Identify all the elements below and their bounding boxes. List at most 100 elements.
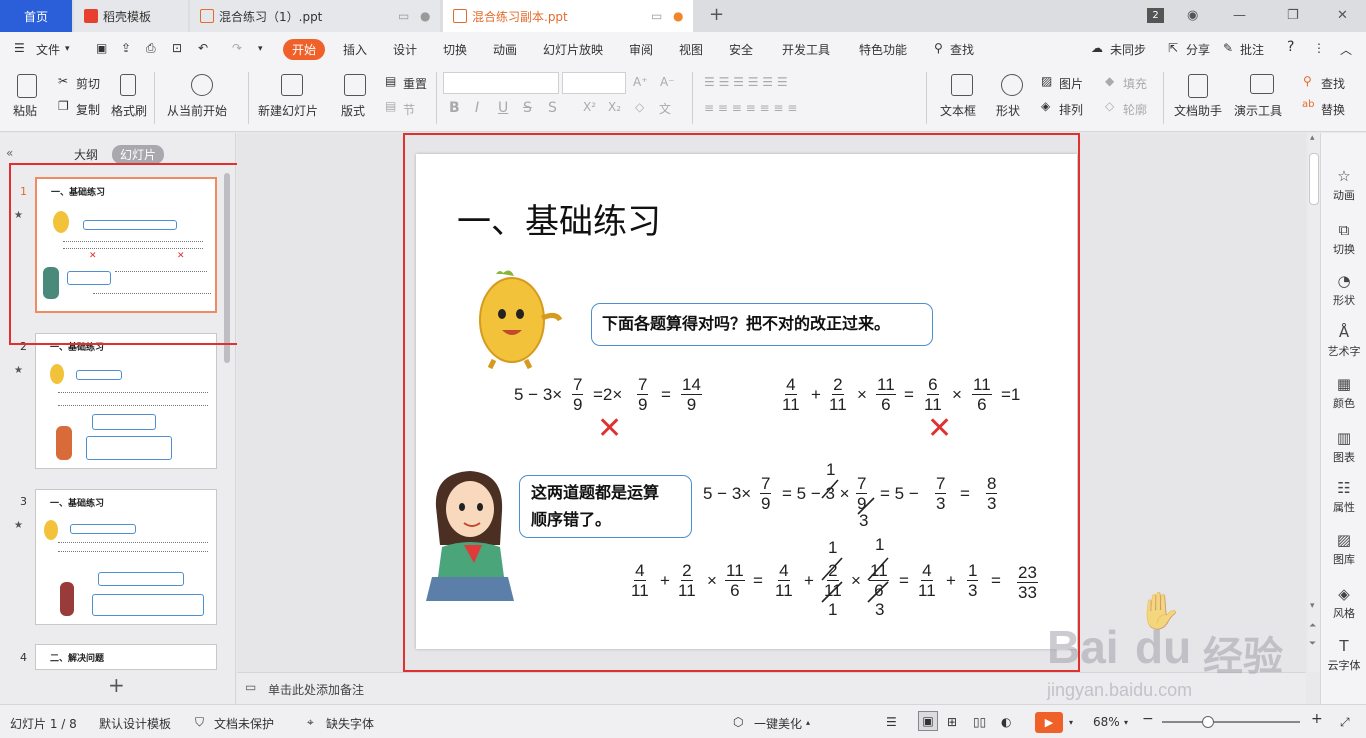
scroll-up-icon[interactable]: ▴ bbox=[1310, 133, 1315, 143]
text-phonetic-icon[interactable]: 文 bbox=[659, 100, 671, 117]
replace-button[interactable]: 替换 bbox=[1321, 101, 1345, 118]
shadow-icon[interactable]: S bbox=[548, 100, 557, 116]
menu-insert[interactable]: 插入 bbox=[343, 41, 367, 58]
menu-search[interactable]: 查找 bbox=[950, 41, 974, 58]
menu-design[interactable]: 设计 bbox=[393, 41, 417, 58]
redo-icon[interactable]: ↷ bbox=[232, 41, 242, 55]
window-count-badge[interactable]: 2 bbox=[1147, 8, 1164, 23]
shape-button[interactable]: 形状 bbox=[996, 102, 1020, 119]
paste-button[interactable]: 粘贴 bbox=[13, 102, 37, 119]
menu-view[interactable]: 视图 bbox=[679, 41, 703, 58]
menu-animation[interactable]: 动画 bbox=[493, 41, 517, 58]
italic-icon[interactable]: I bbox=[475, 100, 479, 116]
doc-helper-button[interactable]: 文档助手 bbox=[1174, 102, 1222, 119]
bullets-icon[interactable]: ☰ ☰ ☰ ☰ ☰ ☰ bbox=[704, 75, 788, 89]
help-icon[interactable]: ? bbox=[1287, 39, 1294, 55]
collapse-ribbon-icon[interactable]: ︿ bbox=[1340, 41, 1352, 58]
notes-placeholder[interactable]: 单击此处添加备注 bbox=[268, 681, 364, 698]
sidebar-animation[interactable]: ☆ 动画 bbox=[1321, 167, 1366, 203]
new-tab-icon[interactable]: + bbox=[709, 4, 724, 25]
underline-icon[interactable]: U bbox=[498, 100, 508, 116]
menu-transition[interactable]: 切换 bbox=[443, 41, 467, 58]
presenter-button[interactable]: 演示工具 bbox=[1234, 102, 1282, 119]
find-button[interactable]: 查找 bbox=[1321, 75, 1345, 92]
sidebar-properties[interactable]: ☷ 属性 bbox=[1321, 479, 1366, 515]
outline-button[interactable]: 轮廓 bbox=[1123, 101, 1147, 118]
sidebar-wordart[interactable]: Å 艺术字 bbox=[1321, 323, 1366, 359]
slide-thumbnail-3[interactable]: 一、基础练习 bbox=[35, 489, 217, 625]
close-window-icon[interactable]: ✕ bbox=[1337, 8, 1348, 23]
preview-icon[interactable]: ⊡ bbox=[172, 41, 182, 55]
tab-templates[interactable]: 稻壳模板 bbox=[74, 0, 188, 32]
restore-icon[interactable]: ❐ bbox=[1287, 8, 1299, 23]
presenter-view-icon[interactable]: ◐ bbox=[1001, 715, 1011, 729]
design-template[interactable]: 默认设计模板 bbox=[99, 715, 171, 732]
zoom-level[interactable]: 68% bbox=[1093, 715, 1120, 729]
menu-start[interactable]: 开始 bbox=[283, 39, 325, 60]
comment-button[interactable]: 批注 bbox=[1240, 41, 1264, 58]
sidebar-color[interactable]: ▦ 颜色 bbox=[1321, 375, 1366, 411]
strikethrough-icon[interactable]: S bbox=[523, 100, 532, 116]
chevron-down-icon[interactable]: ▾ bbox=[1069, 718, 1073, 727]
search-icon[interactable]: ⚲ bbox=[934, 41, 943, 55]
copy-button[interactable]: 复制 bbox=[76, 101, 100, 118]
slide-thumbnail-2[interactable]: 一、基础练习 bbox=[35, 333, 217, 469]
sidebar-shape[interactable]: ◔ 形状 bbox=[1321, 272, 1366, 308]
menu-features[interactable]: 特色功能 bbox=[859, 41, 907, 58]
beautify-button[interactable]: 一键美化 bbox=[754, 715, 802, 732]
tab-file2[interactable]: 混合练习副本.ppt ▭ ● bbox=[443, 0, 693, 32]
fit-window-icon[interactable]: ⤢ bbox=[1340, 715, 1350, 730]
cut-button[interactable]: 剪切 bbox=[76, 75, 100, 92]
minimize-icon[interactable]: — bbox=[1233, 8, 1246, 23]
customize-icon[interactable]: ▾ bbox=[258, 44, 263, 54]
add-slide-icon[interactable]: + bbox=[108, 673, 125, 697]
sidebar-transition[interactable]: ⧉ 切换 bbox=[1321, 221, 1366, 257]
zoom-chevron-icon[interactable]: ▾ bbox=[1124, 718, 1128, 727]
more-icon[interactable]: ⋮ bbox=[1313, 41, 1325, 55]
collapse-panel-icon[interactable]: « bbox=[6, 146, 13, 160]
from-current-button[interactable]: 从当前开始 bbox=[167, 102, 227, 119]
format-painter-button[interactable]: 格式刷 bbox=[111, 102, 147, 119]
reset-button[interactable]: 重置 bbox=[403, 75, 427, 92]
textbox-button[interactable]: 文本框 bbox=[940, 102, 976, 119]
undo-icon[interactable]: ↶ bbox=[198, 41, 208, 55]
zoom-in-icon[interactable]: + bbox=[1311, 711, 1323, 727]
menu-file[interactable]: 文件 bbox=[36, 41, 60, 58]
grid-view-icon[interactable]: ⊞ bbox=[947, 715, 957, 729]
user-avatar-icon[interactable]: ◉ bbox=[1187, 8, 1198, 23]
new-slide-button[interactable]: 新建幻灯片 bbox=[258, 102, 318, 119]
protect-status[interactable]: 文档未保护 bbox=[214, 715, 274, 732]
notes-toggle-icon[interactable]: ☰ bbox=[886, 715, 897, 729]
slides-tab[interactable]: 幻灯片 bbox=[112, 145, 165, 164]
export-icon[interactable]: ⇪ bbox=[121, 41, 131, 55]
reading-view-icon[interactable]: ▯▯ bbox=[973, 715, 986, 729]
menu-security[interactable]: 安全 bbox=[729, 41, 753, 58]
superscript-icon[interactable]: X² bbox=[583, 100, 596, 114]
print-icon[interactable]: ⎙ bbox=[146, 41, 156, 56]
font-family-select[interactable] bbox=[443, 72, 559, 94]
scroll-thumb[interactable] bbox=[1309, 153, 1319, 205]
zoom-out-icon[interactable]: − bbox=[1142, 711, 1154, 727]
save-icon[interactable]: ▣ bbox=[96, 41, 107, 55]
layout-button[interactable]: 版式 bbox=[341, 102, 365, 119]
normal-view-icon[interactable]: ▣ bbox=[918, 711, 938, 731]
font-size-select[interactable] bbox=[562, 72, 626, 94]
zoom-slider-thumb[interactable] bbox=[1202, 716, 1214, 728]
menu-slideshow[interactable]: 幻灯片放映 bbox=[543, 41, 603, 58]
sidebar-chart[interactable]: ▥ 图表 bbox=[1321, 429, 1366, 465]
section-button[interactable]: 节 bbox=[403, 101, 415, 118]
missing-font[interactable]: 缺失字体 bbox=[326, 715, 374, 732]
slide-thumbnail-4[interactable]: 二、解决问题 bbox=[35, 644, 217, 670]
clear-format-icon[interactable]: ◇ bbox=[635, 100, 644, 114]
menu-review[interactable]: 审阅 bbox=[629, 41, 653, 58]
bold-icon[interactable]: B bbox=[449, 100, 460, 116]
fill-button[interactable]: 填充 bbox=[1123, 75, 1147, 92]
sidebar-gallery[interactable]: ▨ 图库 bbox=[1321, 531, 1366, 567]
arrange-button[interactable]: 排列 bbox=[1059, 101, 1083, 118]
hamburger-icon[interactable]: ☰ bbox=[14, 41, 25, 55]
menu-developer[interactable]: 开发工具 bbox=[782, 41, 830, 58]
outline-tab[interactable]: 大纲 bbox=[74, 146, 98, 163]
sync-status[interactable]: 未同步 bbox=[1110, 41, 1146, 58]
tab-file1[interactable]: 混合练习（1）.ppt ▭ ● bbox=[190, 0, 440, 32]
zoom-slider-track[interactable] bbox=[1162, 721, 1300, 723]
